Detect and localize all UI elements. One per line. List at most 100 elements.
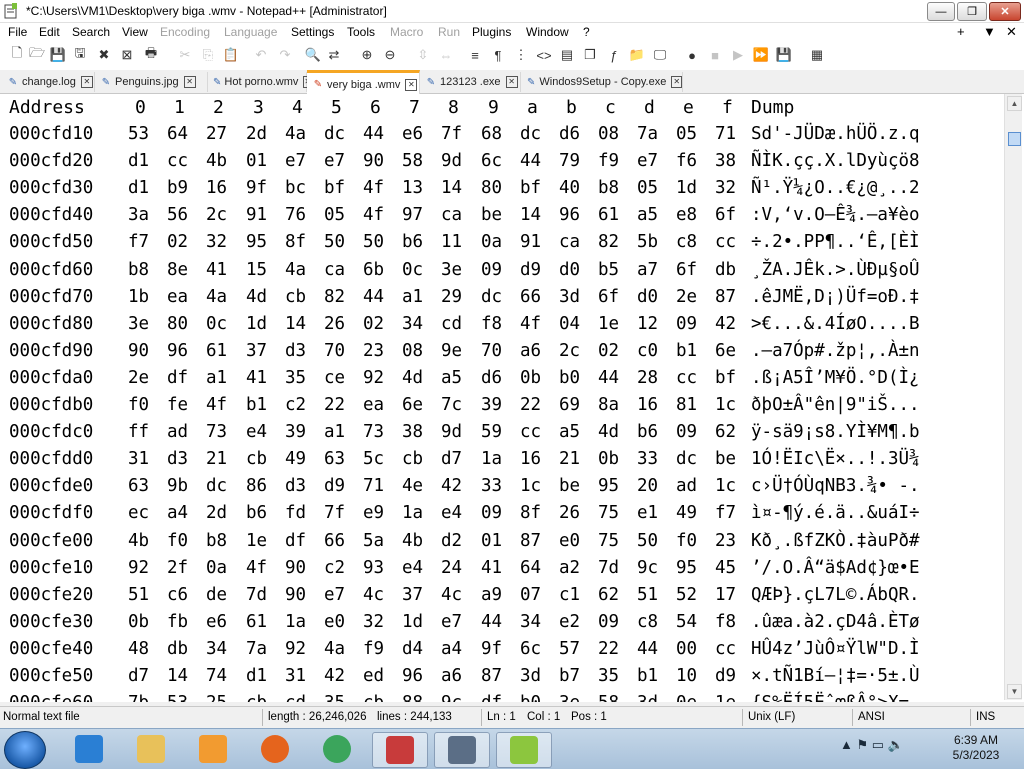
hex-byte[interactable]: 42 xyxy=(324,666,345,686)
hex-byte[interactable]: b8 xyxy=(206,531,227,551)
menu-language[interactable]: Language xyxy=(224,25,277,39)
hex-byte[interactable]: 0c xyxy=(402,260,423,280)
hex-byte[interactable]: cc xyxy=(520,422,541,442)
hex-byte[interactable]: 10 xyxy=(676,666,697,686)
hex-byte[interactable]: d3 xyxy=(285,341,306,361)
hex-byte[interactable]: 24 xyxy=(441,558,462,578)
hex-byte[interactable]: a5 xyxy=(441,368,462,388)
hex-byte[interactable]: 97 xyxy=(402,205,423,225)
hex-row[interactable]: 000cfdd0 31 d3 21 cb 49 63 5c cb d7 1a 16 21 0b 33 dc be… xyxy=(0,446,1004,473)
hex-byte[interactable]: 5b xyxy=(637,232,658,252)
hex-byte[interactable]: a7 xyxy=(637,260,658,280)
hex-byte[interactable]: f8 xyxy=(715,612,736,632)
hex-byte[interactable]: bf xyxy=(715,368,736,388)
hex-byte[interactable]: 7a xyxy=(637,124,658,144)
hex-byte[interactable]: 31 xyxy=(285,666,306,686)
hex-byte[interactable]: cb xyxy=(246,693,267,702)
hex-byte[interactable]: e7 xyxy=(441,612,462,632)
hex-byte[interactable]: 6e xyxy=(715,341,736,361)
hex-byte[interactable]: 35 xyxy=(285,368,306,388)
hex-byte[interactable]: 53 xyxy=(167,693,188,702)
hex-byte[interactable]: 01 xyxy=(481,531,502,551)
hex-byte[interactable]: 42 xyxy=(715,314,736,334)
hex-byte[interactable]: cb xyxy=(285,287,306,307)
hex-byte[interactable]: 4f xyxy=(206,395,227,415)
hex-byte[interactable]: 80 xyxy=(167,314,188,334)
open-file-icon[interactable]: 🗁 xyxy=(28,45,46,64)
hex-byte[interactable]: 1a xyxy=(402,503,423,523)
hex-byte[interactable]: d2 xyxy=(441,531,462,551)
hex-byte[interactable]: 6f xyxy=(598,287,619,307)
hex-byte[interactable]: 82 xyxy=(598,232,619,252)
hex-byte[interactable]: 88 xyxy=(402,693,423,702)
hex-byte[interactable]: 7d xyxy=(598,558,619,578)
hex-byte[interactable]: be xyxy=(559,476,580,496)
hex-byte[interactable]: 5c xyxy=(363,449,384,469)
hex-byte[interactable]: cc xyxy=(167,151,188,171)
hex-byte[interactable]: 32 xyxy=(363,612,384,632)
hex-byte[interactable]: b0 xyxy=(520,693,541,702)
hex-byte[interactable]: 70 xyxy=(324,341,345,361)
hex-byte[interactable]: 4a xyxy=(324,639,345,659)
hex-byte[interactable]: a9 xyxy=(481,585,502,605)
hex-byte[interactable]: 92 xyxy=(285,639,306,659)
hex-byte[interactable]: 86 xyxy=(246,476,267,496)
hex-byte[interactable]: 61 xyxy=(598,205,619,225)
hex-byte[interactable]: 4c xyxy=(363,585,384,605)
menu-view[interactable]: View xyxy=(122,25,148,39)
zoom-in-icon[interactable]: ⊕ xyxy=(358,46,376,64)
hex-byte[interactable]: 38 xyxy=(402,422,423,442)
hex-byte[interactable]: 76 xyxy=(285,205,306,225)
hex-byte[interactable]: 34 xyxy=(402,314,423,334)
hex-byte[interactable]: 92 xyxy=(363,368,384,388)
hex-byte[interactable]: 9f xyxy=(246,178,267,198)
hex-byte[interactable]: 28 xyxy=(637,368,658,388)
hex-byte[interactable]: 7a xyxy=(246,639,267,659)
hex-byte[interactable]: 44 xyxy=(598,368,619,388)
row-dump[interactable]: .–a7Óp#.žp¦,.À±n xyxy=(751,341,920,361)
hex-byte[interactable]: 14 xyxy=(285,314,306,334)
row-dump[interactable]: Sd'-JÜDæ.hÜÖ.z.q xyxy=(751,124,920,144)
hex-byte[interactable]: 8f xyxy=(285,232,306,252)
hex-byte[interactable]: dc xyxy=(676,449,697,469)
hex-byte[interactable]: db xyxy=(167,639,188,659)
hex-byte[interactable]: 15 xyxy=(246,260,267,280)
hex-byte[interactable]: cc xyxy=(676,368,697,388)
paste-icon[interactable]: 📋 xyxy=(222,46,240,64)
tab-close-icon[interactable]: ✕ xyxy=(183,76,196,88)
hex-byte[interactable]: 50 xyxy=(637,531,658,551)
hex-byte[interactable]: e6 xyxy=(206,612,227,632)
hex-byte[interactable]: 0c xyxy=(206,314,227,334)
menu-encoding[interactable]: Encoding xyxy=(160,25,210,39)
hex-byte[interactable]: 33 xyxy=(481,476,502,496)
hex-byte[interactable]: cb xyxy=(246,449,267,469)
menu-macro[interactable]: Macro xyxy=(390,25,423,39)
row-dump[interactable]: ×.tÑ1Bí–¦‡=·5±.Ù xyxy=(751,666,920,686)
hex-byte[interactable]: 8e xyxy=(167,260,188,280)
hex-byte[interactable]: 4f xyxy=(246,558,267,578)
hex-byte[interactable]: d1 xyxy=(128,151,149,171)
new-file-icon[interactable]: 🗋 xyxy=(8,45,26,64)
taskbar-firefox[interactable] xyxy=(248,732,302,766)
hex-byte[interactable]: f9 xyxy=(363,639,384,659)
hex-byte[interactable]: b1 xyxy=(637,666,658,686)
hex-byte[interactable]: 2e xyxy=(128,368,149,388)
hex-byte[interactable]: 4a xyxy=(206,287,227,307)
hex-byte[interactable]: 4b xyxy=(402,531,423,551)
hex-byte[interactable]: c8 xyxy=(676,232,697,252)
hex-byte[interactable]: a6 xyxy=(441,666,462,686)
hex-byte[interactable]: d9 xyxy=(715,666,736,686)
hex-byte[interactable]: ed xyxy=(363,666,384,686)
hex-byte[interactable]: d3 xyxy=(167,449,188,469)
hex-byte[interactable]: 1d xyxy=(246,314,267,334)
hex-byte[interactable]: 9c xyxy=(637,558,658,578)
hex-byte[interactable]: dc xyxy=(520,124,541,144)
hex-byte[interactable]: d0 xyxy=(559,260,580,280)
hex-byte[interactable]: b6 xyxy=(637,422,658,442)
hex-byte[interactable]: 87 xyxy=(715,287,736,307)
hex-byte[interactable]: 1a xyxy=(285,612,306,632)
hex-byte[interactable]: 75 xyxy=(598,531,619,551)
hex-byte[interactable]: 62 xyxy=(715,422,736,442)
hex-byte[interactable]: 05 xyxy=(637,178,658,198)
hex-editor-icon[interactable]: ▦ xyxy=(808,46,826,64)
